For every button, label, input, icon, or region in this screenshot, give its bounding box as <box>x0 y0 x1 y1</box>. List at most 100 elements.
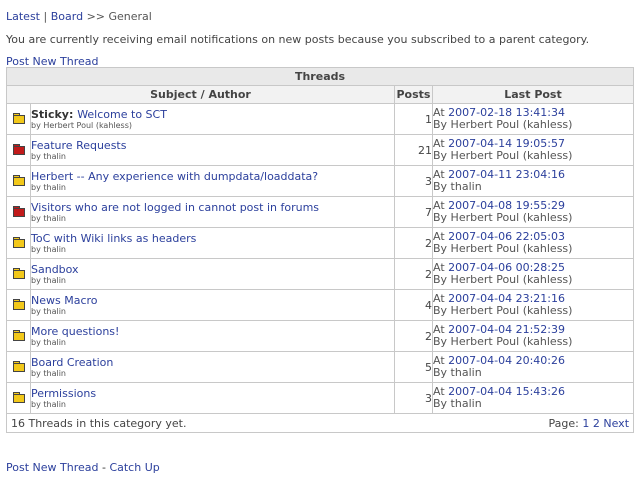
catch-up-link[interactable]: Catch Up <box>109 461 159 474</box>
page-link-1[interactable]: 1 <box>582 417 589 430</box>
last-post-cell: At 2007-04-11 23:04:16 By thalin <box>431 165 635 197</box>
post-new-thread-link-bottom[interactable]: Post New Thread <box>6 461 98 474</box>
table-row: Sandbox by thalin 2 At 2007-04-06 00:28:25 B… <box>6 258 635 290</box>
post-count: 4 <box>394 289 433 321</box>
thread-title-link[interactable]: More questions! <box>31 325 119 338</box>
thread-author: by thalin <box>31 368 66 378</box>
last-post-author: By thalin <box>433 366 482 379</box>
thread-title-link[interactable]: Permissions <box>31 387 96 400</box>
column-header-posts: Posts <box>394 85 433 104</box>
last-post-author: By thalin <box>433 180 482 193</box>
thread-author: by thalin <box>31 306 66 316</box>
last-post-author: By Herbert Poul (kahless) <box>433 335 573 348</box>
thread-author: by thalin <box>31 182 66 192</box>
table-row: Feature Requests by thalin 21 At 2007-04-14… <box>6 134 635 166</box>
last-post-cell: At 2007-04-04 15:43:26 By thalin <box>431 382 635 414</box>
folder-icon <box>12 391 25 403</box>
folder-icon <box>12 112 25 124</box>
folder-icon-cell <box>6 134 31 166</box>
last-post-author: By Herbert Poul (kahless) <box>433 304 573 317</box>
thread-title-link[interactable]: Sandbox <box>31 263 79 276</box>
column-header-subject: Subject / Author <box>6 85 395 104</box>
thread-title-link[interactable]: Welcome to SCT <box>77 108 167 121</box>
last-post-author: By Herbert Poul (kahless) <box>433 242 573 255</box>
thread-author: by thalin <box>31 399 66 409</box>
subject-cell: Sticky: Welcome to SCT by Herbert Poul (k… <box>30 103 395 135</box>
folder-icon-cell <box>6 196 31 228</box>
breadcrumb-latest-link[interactable]: Latest <box>6 10 40 23</box>
thread-author: by thalin <box>31 337 66 347</box>
breadcrumb-separator: | <box>43 10 48 23</box>
last-post-cell: At 2007-02-18 13:41:34 By Herbert Poul (k… <box>431 103 635 135</box>
last-post-cell: At 2007-04-06 22:05:03 By Herbert Poul (k… <box>431 227 635 259</box>
post-count: 21 <box>394 134 433 166</box>
threads-table: Threads Subject / Author Posts Last Post… <box>5 67 635 433</box>
next-page-link[interactable]: Next <box>603 417 629 430</box>
post-count: 2 <box>394 227 433 259</box>
post-count: 2 <box>394 320 433 352</box>
bottom-links-separator: - <box>98 461 110 474</box>
folder-icon-cell <box>6 320 31 352</box>
folder-icon-cell <box>6 165 31 197</box>
post-count: 3 <box>394 382 433 414</box>
post-count: 7 <box>394 196 433 228</box>
thread-author: by thalin <box>31 244 66 254</box>
folder-icon-cell <box>6 351 31 383</box>
breadcrumb-separator: >> <box>86 10 105 23</box>
folder-icon <box>12 236 25 248</box>
page-link-2[interactable]: 2 <box>593 417 600 430</box>
folder-icon-cell <box>6 227 31 259</box>
subject-cell: More questions! by thalin <box>30 320 395 352</box>
thread-title-link[interactable]: ToC with Wiki links as headers <box>31 232 196 245</box>
thread-title-link[interactable]: News Macro <box>31 294 98 307</box>
thread-author: by Herbert Poul (kahless) <box>31 120 133 130</box>
folder-icon <box>12 298 25 310</box>
last-post-author: By Herbert Poul (kahless) <box>433 149 573 162</box>
subject-cell: Permissions by thalin <box>30 382 395 414</box>
breadcrumb-board-link[interactable]: Board <box>51 10 83 23</box>
table-row: More questions! by thalin 2 At 2007-04-04 2… <box>6 320 635 352</box>
thread-title-link[interactable]: Feature Requests <box>31 139 126 152</box>
folder-icon-cell <box>6 103 31 135</box>
table-row: Visitors who are not logged in cannot po… <box>6 196 635 228</box>
folder-icon-cell <box>6 258 31 290</box>
last-post-cell: At 2007-04-04 21:52:39 By Herbert Poul (k… <box>431 320 635 352</box>
thread-author: by thalin <box>31 275 66 285</box>
post-count: 1 <box>394 103 433 135</box>
breadcrumb-current: General <box>108 10 152 23</box>
last-post-author: By Herbert Poul (kahless) <box>433 211 573 224</box>
thread-author: by thalin <box>31 151 66 161</box>
post-count: 3 <box>394 165 433 197</box>
table-row: Sticky: Welcome to SCT by Herbert Poul (k… <box>6 103 635 135</box>
subject-cell: Visitors who are not logged in cannot po… <box>30 196 395 228</box>
subject-cell: News Macro by thalin <box>30 289 395 321</box>
thread-title-link[interactable]: Visitors who are not logged in cannot po… <box>31 201 319 214</box>
last-post-author: By Herbert Poul (kahless) <box>433 118 573 131</box>
subscription-notice: You are currently receiving email notifi… <box>6 33 590 46</box>
last-post-author: By Herbert Poul (kahless) <box>433 273 573 286</box>
folder-icon <box>12 267 25 279</box>
subject-cell: ToC with Wiki links as headers by thalin <box>30 227 395 259</box>
last-post-cell: At 2007-04-04 23:21:16 By Herbert Poul (k… <box>431 289 635 321</box>
table-row: ToC with Wiki links as headers by thalin 2… <box>6 227 635 259</box>
folder-icon-cell <box>6 382 31 414</box>
table-row: News Macro by thalin 4 At 2007-04-04 23:21:… <box>6 289 635 321</box>
thread-title-link[interactable]: Board Creation <box>31 356 113 369</box>
thread-count-text: 16 Threads in this category yet. <box>11 416 187 430</box>
last-post-author: By thalin <box>433 397 482 410</box>
post-count: 5 <box>394 351 433 383</box>
breadcrumb: Latest | Board >> General <box>6 10 152 23</box>
last-post-cell: At 2007-04-04 20:40:26 By thalin <box>431 351 635 383</box>
sticky-label: Sticky: <box>31 107 78 121</box>
folder-icon-cell <box>6 289 31 321</box>
bottom-links: Post New Thread - Catch Up <box>6 461 160 474</box>
folder-icon <box>12 174 25 186</box>
column-header-last-post: Last Post <box>431 85 635 104</box>
table-row: Permissions by thalin 3 At 2007-04-04 15:43… <box>6 382 635 414</box>
page-label: Page: <box>548 416 583 430</box>
subject-cell: Herbert -- Any experience with dumpdata/… <box>30 165 395 197</box>
thread-title-link[interactable]: Herbert -- Any experience with dumpdata/… <box>31 170 318 183</box>
hot-folder-icon <box>12 205 25 217</box>
last-post-cell: At 2007-04-08 19:55:29 By Herbert Poul (k… <box>431 196 635 228</box>
subject-cell: Feature Requests by thalin <box>30 134 395 166</box>
